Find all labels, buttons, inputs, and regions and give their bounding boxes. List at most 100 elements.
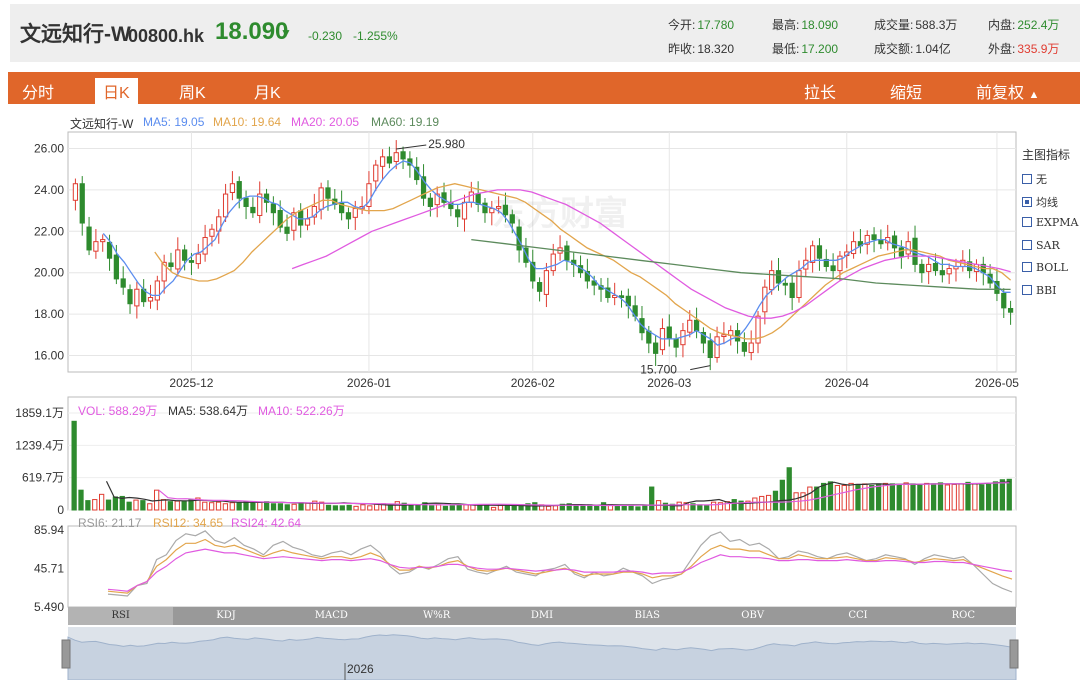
volume-bar xyxy=(635,506,641,511)
stock-chart[interactable]: 26.00 24.00 22.00 20.00 18.00 16.00 2025-12 202… xyxy=(0,0,1080,680)
volume-bar xyxy=(477,505,483,511)
volume-bar xyxy=(202,501,208,511)
x-tick-label: 2026-05 xyxy=(975,376,1019,390)
main-indicator-option[interactable]: 均线 xyxy=(1022,194,1058,210)
volume-bar xyxy=(270,503,277,511)
low-annotation-arrow xyxy=(690,365,711,371)
main-indicator-option[interactable]: 无 xyxy=(1022,171,1047,187)
rsi-chart-frame xyxy=(67,525,1017,608)
candle-body xyxy=(543,270,550,295)
candle-body xyxy=(482,202,488,214)
volume-bar xyxy=(731,499,737,511)
candle-body xyxy=(386,156,393,164)
volume-bar xyxy=(133,499,139,511)
volume-bar xyxy=(367,505,373,511)
volume-bar xyxy=(305,502,311,511)
volume-bar xyxy=(944,484,951,511)
indicator-tab-bar: RSI KDJ MACD W%R DMI BIAS OBV CCI ROC xyxy=(68,607,1016,625)
candle-body xyxy=(536,282,543,292)
y-tick-label: 619.7万 xyxy=(22,471,64,485)
candle-body xyxy=(673,338,679,348)
indicator-tab[interactable]: ROC xyxy=(911,607,1016,625)
checkbox-icon[interactable] xyxy=(1022,174,1032,184)
checkbox-icon[interactable] xyxy=(1022,239,1032,250)
main-indicator-option[interactable]: BOLL xyxy=(1022,261,1068,274)
volume-bar xyxy=(429,505,435,511)
candle-body xyxy=(789,282,795,299)
indicator-tab[interactable]: W%R xyxy=(384,607,489,625)
checkbox-icon[interactable] xyxy=(1022,196,1032,207)
volume-bar xyxy=(229,502,235,511)
candle-body xyxy=(270,203,276,214)
volume-bar xyxy=(140,500,146,511)
candle-body xyxy=(816,245,823,259)
legend-ma60: MA60: 19.19 xyxy=(371,115,440,129)
option-label: BOLL xyxy=(1036,261,1068,274)
volume-bar xyxy=(147,503,153,511)
candle-body xyxy=(325,187,331,199)
candle-body xyxy=(72,183,79,201)
indicator-tab[interactable]: MACD xyxy=(279,607,384,625)
indicator-tab[interactable]: KDJ xyxy=(173,607,278,625)
rsi-line-rsi24 xyxy=(107,548,1013,592)
y-tick-label: 1859.1万 xyxy=(15,406,64,420)
volume-bar xyxy=(573,504,579,511)
candle-body xyxy=(250,206,256,214)
candle-body xyxy=(564,245,570,261)
volume-bar xyxy=(78,489,84,511)
indicator-tab[interactable]: RSI xyxy=(68,607,174,625)
volume-bar xyxy=(442,505,449,511)
volume-ma10-line xyxy=(158,482,1010,507)
indicator-tab[interactable]: CCI xyxy=(805,607,910,625)
volume-bar xyxy=(958,483,964,511)
candle-body xyxy=(946,268,952,275)
volume-bar xyxy=(869,484,875,511)
y-tick-label: 22.00 xyxy=(34,224,64,238)
volume-bar xyxy=(209,502,215,511)
volume-bar xyxy=(174,500,180,511)
checkbox-icon[interactable] xyxy=(1022,262,1032,272)
candle-body xyxy=(932,262,939,272)
volume-bar xyxy=(298,502,304,511)
checkbox-icon[interactable] xyxy=(1022,217,1032,227)
main-indicator-option[interactable]: SAR xyxy=(1022,239,1060,252)
candle-body xyxy=(195,253,201,265)
indicator-tab[interactable]: OBV xyxy=(700,607,805,625)
volume-bar xyxy=(1006,478,1012,511)
indicator-tab[interactable]: DMI xyxy=(489,607,594,625)
volume-bar xyxy=(924,482,930,511)
volume-bar xyxy=(167,501,174,511)
volume-bar xyxy=(752,497,758,511)
volume-bar xyxy=(504,505,510,511)
volume-bar xyxy=(284,504,290,511)
volume-bar xyxy=(992,481,999,511)
volume-bar xyxy=(662,502,669,511)
volume-bar xyxy=(222,503,229,511)
volume-bar xyxy=(346,504,352,511)
indicator-tab[interactable]: BIAS xyxy=(595,607,700,625)
high-annotation-label: 25.980 xyxy=(428,137,465,151)
candle-body xyxy=(939,270,945,276)
volume-bar xyxy=(456,504,462,511)
volume-bar xyxy=(332,505,339,511)
main-indicator-option[interactable]: EXPMA xyxy=(1022,216,1078,229)
candle-body xyxy=(304,218,311,226)
x-tick-label: 2026-02 xyxy=(511,376,555,390)
option-label: SAR xyxy=(1036,238,1060,252)
candle-body xyxy=(830,265,836,272)
volume-bar xyxy=(257,501,263,511)
volume-ma5-line xyxy=(105,480,1011,507)
volume-bar xyxy=(704,504,710,511)
volume-bar xyxy=(807,486,813,511)
main-indicator-option[interactable]: BBI xyxy=(1022,284,1057,297)
volume-bar xyxy=(92,499,98,511)
option-label: 无 xyxy=(1036,173,1047,186)
candle-body xyxy=(168,262,174,267)
y-tick-label: 85.94 xyxy=(34,523,64,537)
volume-bar xyxy=(779,479,785,511)
checkbox-icon[interactable] xyxy=(1022,284,1032,295)
candle-body xyxy=(782,282,788,286)
volume-bar xyxy=(600,502,607,511)
candle-body xyxy=(891,235,898,249)
candle-body xyxy=(796,270,802,299)
